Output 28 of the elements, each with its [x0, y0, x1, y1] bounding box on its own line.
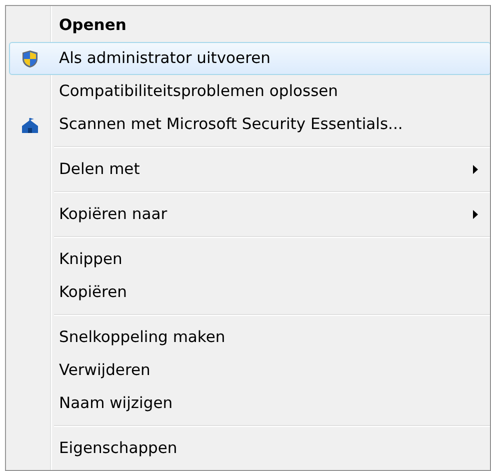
menu-item[interactable]: Openen [9, 9, 490, 42]
submenu-arrow-icon [473, 165, 478, 174]
menu-item[interactable]: Snelkoppeling maken [9, 321, 490, 354]
menu-item-label: Als administrator uitvoeren [59, 48, 270, 69]
submenu-arrow-icon [473, 210, 478, 219]
menu-item-label: Knippen [59, 248, 122, 270]
menu-item[interactable]: Als administrator uitvoeren [9, 42, 490, 75]
menu-item-label: Kopiëren naar [59, 204, 168, 225]
menu-item-label: Eigenschappen [59, 438, 178, 459]
menu-item[interactable]: Kopiëren naar [9, 198, 490, 231]
shield-icon [22, 50, 38, 68]
menu-item-label: Naam wijzigen [59, 392, 173, 414]
menu-item-label: Verwijderen [59, 360, 150, 381]
menu-item-label: Snelkoppeling maken [59, 326, 226, 348]
menu-item-label: Compatibiliteitsproblemen oplossen [59, 80, 338, 102]
menu-item-label: Kopiëren [59, 282, 127, 303]
menu-item[interactable]: Naam wijzigen [9, 387, 490, 420]
menu-item-label: Openen [59, 14, 126, 36]
menu-item[interactable]: Delen met [9, 153, 490, 186]
house-icon [21, 116, 39, 132]
menu-item-label: Scannen met Microsoft Security Essentials... [59, 114, 403, 135]
menu-item[interactable]: Kopiëren [9, 276, 490, 309]
menu-item[interactable]: Scannen met Microsoft Security Essentials... [9, 108, 490, 141]
menu-item-label: Delen met [59, 158, 140, 180]
menu-item[interactable]: Compatibiliteitsproblemen oplossen [9, 75, 490, 108]
menu-item[interactable]: Verwijderen [9, 354, 490, 387]
menu-item[interactable]: Knippen [9, 243, 490, 276]
menu-item[interactable]: Eigenschappen [9, 432, 490, 465]
